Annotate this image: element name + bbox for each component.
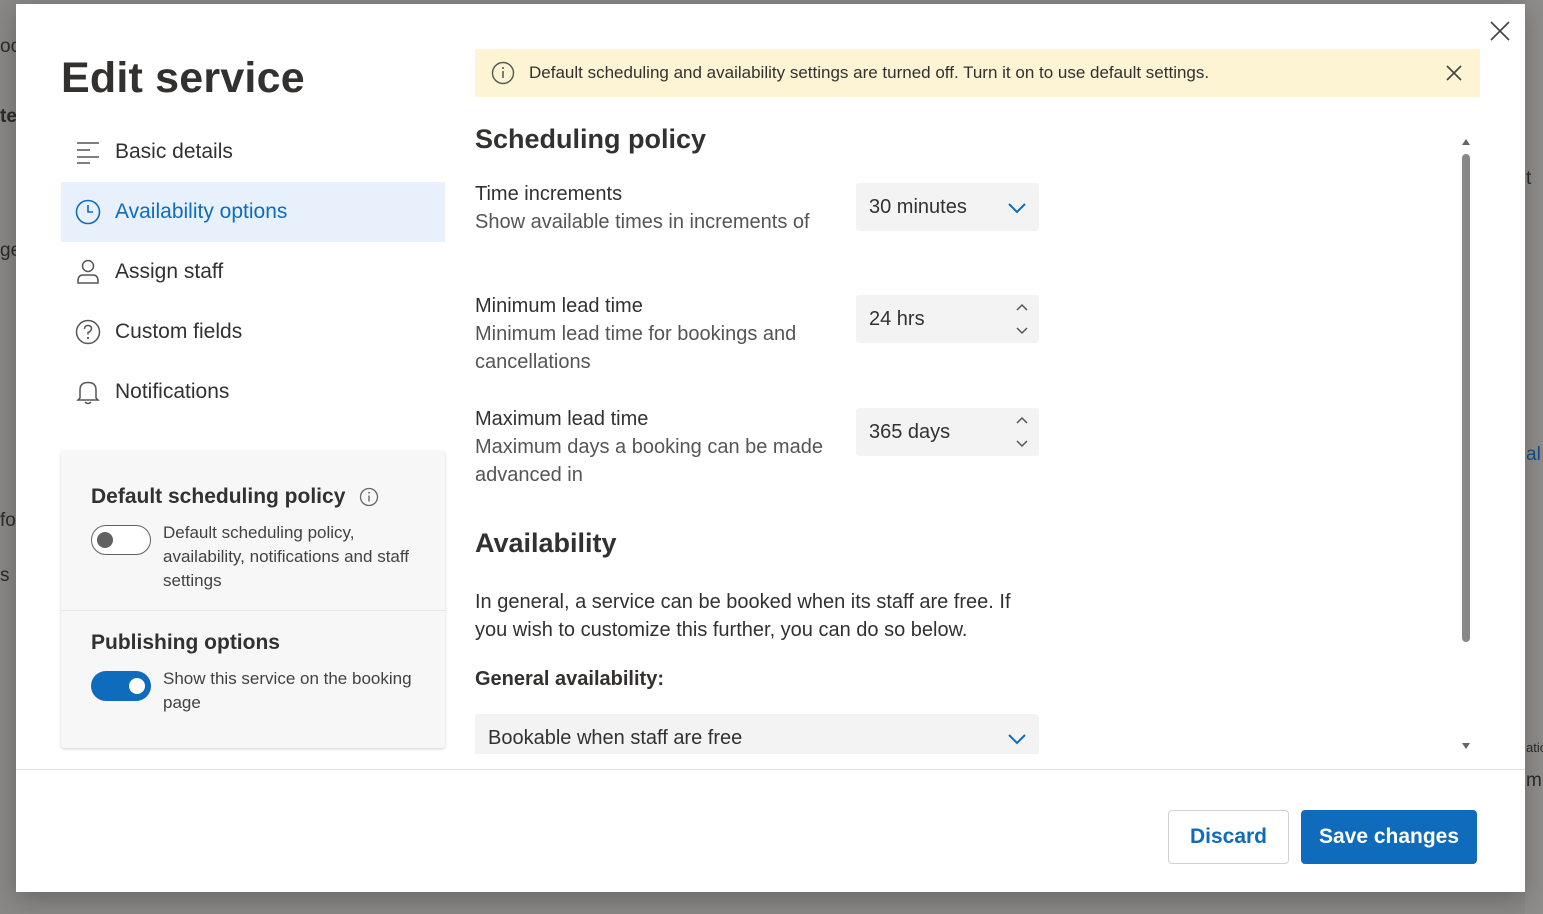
sidebar-item-custom-fields[interactable]: Custom fields bbox=[61, 302, 445, 362]
min-lead-time-stepper[interactable]: 24 hrs bbox=[856, 295, 1039, 343]
chevron-down-icon bbox=[1007, 730, 1027, 746]
sidebar-item-basic-details[interactable]: Basic details bbox=[61, 122, 445, 182]
default-policy-toggle[interactable] bbox=[91, 525, 151, 555]
scroll-down-arrow-icon[interactable] bbox=[1462, 736, 1470, 749]
sidebar-item-label: Notifications bbox=[115, 380, 230, 403]
default-policy-title: Default scheduling policy bbox=[91, 485, 346, 508]
bell-icon bbox=[75, 379, 101, 405]
max-lead-time-field: Maximum lead time Maximum days a booking… bbox=[475, 405, 1045, 489]
close-banner-icon[interactable] bbox=[1444, 63, 1464, 83]
availability-description: In general, a service can be booked when… bbox=[475, 591, 1011, 641]
time-increments-field: Time increments Show available times in … bbox=[475, 180, 1045, 236]
default-policy-section: Default scheduling policy Default schedu… bbox=[61, 451, 445, 611]
scheduling-policy-heading: Scheduling policy bbox=[475, 124, 707, 154]
spin-arrows-icon[interactable] bbox=[1015, 301, 1029, 337]
edit-service-dialog: Edit service Basic details Availability … bbox=[16, 4, 1525, 892]
publishing-toggle-label: Show this service on the booking page bbox=[163, 669, 412, 712]
toggle-knob bbox=[97, 532, 113, 548]
min-lead-time-field: Minimum lead time Minimum lead time for … bbox=[475, 292, 1045, 376]
question-icon bbox=[75, 319, 101, 345]
sidebar-item-availability-options[interactable]: Availability options bbox=[61, 182, 445, 242]
background-text: mi bbox=[1526, 770, 1543, 791]
default-policy-heading: Default scheduling policy bbox=[91, 485, 415, 509]
warning-banner: Default scheduling and availability sett… bbox=[475, 49, 1480, 97]
person-icon bbox=[75, 259, 101, 285]
publishing-heading: Publishing options bbox=[91, 631, 280, 654]
sidebar-item-assign-staff[interactable]: Assign staff bbox=[61, 242, 445, 302]
background-text: atio bbox=[1526, 740, 1543, 755]
general-availability-dropdown[interactable]: Bookable when staff are free bbox=[475, 714, 1039, 754]
sidebar-item-notifications[interactable]: Notifications bbox=[61, 362, 445, 422]
min-lead-time-desc: Minimum lead time for bookings and cance… bbox=[475, 323, 797, 373]
background-text: fo bbox=[0, 510, 16, 531]
publishing-toggle[interactable] bbox=[91, 671, 151, 701]
settings-card: Default scheduling policy Default schedu… bbox=[61, 451, 445, 748]
background-text: s bbox=[0, 565, 10, 586]
chevron-down-icon bbox=[1007, 199, 1027, 215]
max-lead-time-stepper[interactable]: 365 days bbox=[856, 408, 1039, 456]
sidebar-item-label: Availability options bbox=[115, 200, 288, 223]
info-icon bbox=[491, 61, 515, 85]
background-text: al bbox=[1526, 444, 1541, 465]
max-lead-time-value: 365 days bbox=[869, 420, 951, 443]
default-policy-toggle-row: Default scheduling policy, availability,… bbox=[91, 523, 415, 593]
dialog-footer: Discard Save changes bbox=[16, 769, 1525, 892]
toggle-knob bbox=[129, 678, 145, 694]
sidebar-item-label: Custom fields bbox=[115, 320, 243, 343]
spin-arrows-icon[interactable] bbox=[1015, 414, 1029, 450]
publishing-section: Publishing options Show this service on … bbox=[61, 611, 445, 715]
general-availability-label: General availability: bbox=[475, 668, 664, 690]
background-text: te bbox=[0, 106, 17, 127]
min-lead-time-value: 24 hrs bbox=[869, 307, 925, 330]
publishing-toggle-row: Show this service on the booking page bbox=[91, 669, 415, 715]
scrollbar[interactable] bbox=[1458, 126, 1474, 750]
save-changes-button[interactable]: Save changes bbox=[1301, 810, 1477, 864]
time-increments-value: 30 minutes bbox=[869, 195, 967, 218]
clock-icon bbox=[75, 199, 101, 225]
banner-text: Default scheduling and availability sett… bbox=[529, 63, 1210, 82]
scroll-up-arrow-icon[interactable] bbox=[1462, 132, 1470, 145]
general-availability-value: Bookable when staff are free bbox=[488, 726, 743, 749]
default-policy-toggle-label: Default scheduling policy, availability,… bbox=[163, 523, 410, 590]
main-content: Scheduling policy Time increments Show a… bbox=[475, 104, 1475, 754]
scrollbar-thumb[interactable] bbox=[1462, 154, 1470, 642]
time-increments-dropdown[interactable]: 30 minutes bbox=[856, 183, 1039, 231]
close-dialog-icon[interactable] bbox=[1489, 20, 1511, 42]
info-icon[interactable] bbox=[359, 487, 379, 507]
discard-button[interactable]: Discard bbox=[1168, 810, 1289, 864]
availability-heading: Availability bbox=[475, 528, 617, 558]
sidebar-nav: Basic details Availability options Assig… bbox=[61, 122, 445, 422]
page-title: Edit service bbox=[61, 54, 305, 102]
time-increments-desc: Show available times in increments of bbox=[475, 211, 810, 233]
background-text: t bbox=[1526, 168, 1532, 189]
max-lead-time-desc: Maximum days a booking can be made advan… bbox=[475, 436, 823, 486]
sidebar-item-label: Basic details bbox=[115, 140, 233, 163]
lines-icon bbox=[75, 139, 101, 165]
sidebar-item-label: Assign staff bbox=[115, 260, 224, 283]
